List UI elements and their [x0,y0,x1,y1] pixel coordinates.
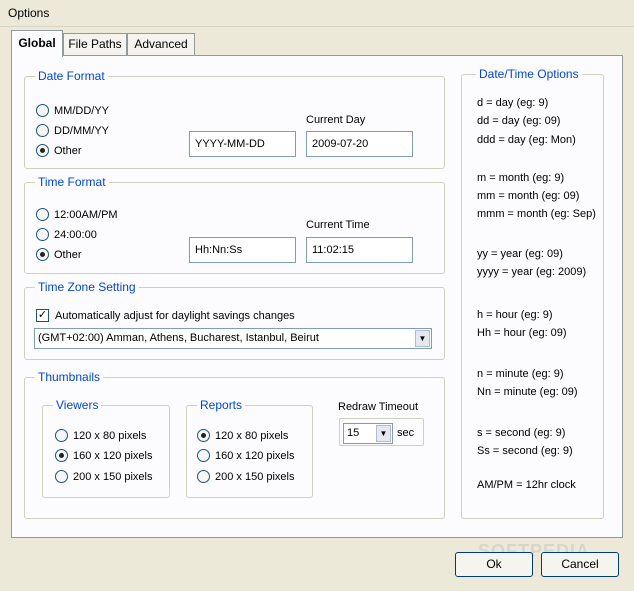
radio-circle [55,429,68,442]
option-line: Nn = minute (eg: 09) [477,386,578,398]
date-custom-format-input[interactable]: YYYY-MM-DD [189,131,296,157]
window-title: Options [8,6,50,20]
date-radio-mmddyy[interactable]: MM/DD/YY [36,104,109,117]
time-radio-12h[interactable]: 12:00AM/PM [36,208,118,221]
radio-circle [197,449,210,462]
redraw-timeout-unit: sec [397,427,415,439]
tab-global-label: Global [18,36,56,50]
radio-circle [55,470,68,483]
option-line: dd = day (eg: 09) [477,115,561,127]
radio-circle [36,228,49,241]
time-zone-value: (GMT+02:00) Amman, Athens, Bucharest, Is… [38,332,319,344]
redraw-timeout-label: Redraw Timeout [338,401,419,413]
option-line: mm = month (eg: 09) [477,190,580,202]
option-line: yy = year (eg: 09) [477,248,563,260]
current-day-field: 2009-07-20 [306,131,413,157]
viewers-radio-label: 120 x 80 pixels [73,429,147,442]
date-radio-ddmmyy[interactable]: DD/MM/YY [36,124,109,137]
reports-radio-160x120[interactable]: 160 x 120 pixels [197,449,295,462]
time-custom-format-input[interactable]: Hh:Nn:Ss [189,237,296,263]
option-line: mmm = month (eg: Sep) [477,208,596,220]
viewers-radio-120x80[interactable]: 120 x 80 pixels [55,429,146,442]
radio-circle [36,104,49,117]
reports-radio-label: 120 x 80 pixels [215,429,289,442]
tab-advanced[interactable]: Advanced [127,33,195,56]
datetime-options-legend: Date/Time Options [479,67,579,81]
radio-circle-selected [36,248,49,261]
current-time-field: 11:02:15 [306,237,413,263]
time-radio-24h[interactable]: 24:00:00 [36,228,97,241]
time-zone-legend: Time Zone Setting [38,280,136,294]
tab-global[interactable]: Global [11,30,63,57]
reports-radio-120x80[interactable]: 120 x 80 pixels [197,429,288,442]
reports-group: Reports [186,398,313,498]
reports-radio-200x150[interactable]: 200 x 150 pixels [197,470,295,483]
option-line: m = month (eg: 9) [477,172,565,184]
thumbnails-legend: Thumbnails [38,370,101,384]
dst-checkbox[interactable]: ✓ Automatically adjust for daylight savi… [36,309,295,322]
tab-advanced-label: Advanced [134,37,188,51]
chevron-down-icon[interactable]: ▼ [415,330,430,347]
radio-circle [36,124,49,137]
time-radio-label: 12:00AM/PM [54,208,118,221]
dst-checkbox-label: Automatically adjust for daylight saving… [55,309,295,322]
redraw-timeout-value: 15 [347,427,360,439]
current-time-label: Current Time [306,219,370,231]
ok-button[interactable]: Ok [455,552,533,577]
checkmark-icon: ✓ [36,309,49,322]
option-line: ddd = day (eg: Mon) [477,134,576,146]
option-line: Hh = hour (eg: 09) [477,327,567,339]
time-zone-select[interactable]: (GMT+02:00) Amman, Athens, Bucharest, Is… [34,328,432,349]
time-radio-label: Other [54,248,82,261]
tab-file-paths[interactable]: File Paths [63,33,127,56]
viewers-radio-160x120[interactable]: 160 x 120 pixels [55,449,153,462]
radio-circle [197,470,210,483]
date-format-legend: Date Format [38,69,105,83]
option-line: AM/PM = 12hr clock [477,479,576,491]
radio-circle-selected [55,449,68,462]
viewers-radio-200x150[interactable]: 200 x 150 pixels [55,470,153,483]
option-line: n = minute (eg: 9) [477,368,564,380]
date-radio-label: Other [54,144,82,157]
title-bar: Options [0,0,634,27]
time-format-legend: Time Format [38,175,106,189]
viewers-legend: Viewers [56,398,99,412]
reports-radio-label: 160 x 120 pixels [215,449,295,462]
option-line: Ss = second (eg: 9) [477,445,573,457]
option-line: yyyy = year (eg: 2009) [477,266,587,278]
radio-circle [36,208,49,221]
viewers-group: Viewers [42,398,170,498]
time-radio-label: 24:00:00 [54,228,97,241]
tab-file-paths-label: File Paths [68,37,122,51]
viewers-radio-label: 200 x 150 pixels [73,470,153,483]
option-line: d = day (eg: 9) [477,97,549,109]
date-radio-label: DD/MM/YY [54,124,109,137]
radio-circle-selected [36,144,49,157]
redraw-timeout-select[interactable]: 15 ▼ [343,423,393,444]
viewers-radio-label: 160 x 120 pixels [73,449,153,462]
time-radio-other[interactable]: Other [36,248,82,261]
reports-radio-label: 200 x 150 pixels [215,470,295,483]
option-line: h = hour (eg: 9) [477,309,553,321]
reports-legend: Reports [200,398,243,412]
chevron-down-icon[interactable]: ▼ [376,425,391,442]
date-radio-label: MM/DD/YY [54,104,109,117]
cancel-button[interactable]: Cancel [541,552,619,577]
radio-circle-selected [197,429,210,442]
option-line: s = second (eg: 9) [477,427,566,439]
date-radio-other[interactable]: Other [36,144,82,157]
current-day-label: Current Day [306,114,366,126]
